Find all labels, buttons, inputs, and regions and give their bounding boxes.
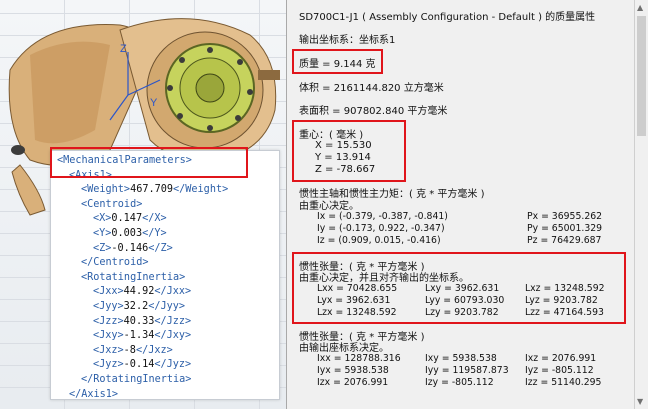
xml-line: </Centroid>: [81, 257, 149, 269]
tensor-cell: Izz = 51140.295: [525, 377, 602, 388]
y-axis-label: Y: [150, 97, 158, 109]
scrollbar-thumb[interactable]: [637, 16, 646, 136]
xml-line: <Centroid>: [81, 198, 143, 210]
dialog-scrollbar[interactable]: ▲ ▼: [634, 0, 648, 409]
principal-axis-z: Iz = (0.909, 0.015, -0.416): [317, 235, 441, 246]
tensor-cell: Ixy = 5938.538: [425, 353, 497, 364]
tensor-cell: Izx = 2076.991: [317, 377, 389, 388]
principal-axes-subheader: 由重心决定。: [299, 201, 359, 212]
principal-axis-x: Ix = (-0.379, -0.387, -0.841): [317, 211, 448, 222]
xml-line: </RotatingInertia>: [81, 374, 192, 385]
tensor-cell: Iyz = -805.112: [525, 365, 594, 376]
tensor-cell: Ixz = 2076.991: [525, 353, 597, 364]
xml-parameters-panel: <MechanicalParameters> <Axis1> <Weight>467…: [50, 150, 280, 400]
principal-moment-x: Px = 36955.262: [527, 211, 603, 222]
xml-line: <RotatingInertia>: [81, 271, 186, 283]
tensor-cell: Iyy = 119587.873: [425, 365, 509, 376]
principal-moment-z: Pz = 76429.687: [527, 235, 602, 246]
xml-line: <Z>-0.146</Z>: [93, 242, 173, 254]
principal-moment-y: Py = 65001.329: [527, 223, 603, 234]
highlight-mechanical-parameters: [50, 147, 248, 178]
xml-line: <Jxx>44.92</Jxx>: [93, 286, 192, 298]
tensor-cell: Iyx = 5938.538: [317, 365, 389, 376]
xml-line: <Jyy>32.2</Jyy>: [93, 301, 186, 312]
xml-line: <Jxz>-8</Jxz>: [93, 344, 173, 356]
cad-viewport[interactable]: Z Y <MechanicalParameters> <Axis1> <Weight…: [0, 0, 286, 409]
xml-line: <Y>0.003</Y>: [93, 228, 167, 239]
xml-line: </Axis1>: [69, 388, 119, 400]
xml-line: <Jzz>40.33</Jzz>: [93, 315, 192, 327]
output-coordinate-system: 输出坐标系：坐标系1: [299, 35, 396, 46]
xml-line: <Weight>467.709</Weight>: [81, 184, 229, 196]
inertia-tensor-output-subheader: 由输出座标系决定。: [299, 343, 389, 354]
scroll-down-icon[interactable]: ▼: [637, 397, 643, 406]
tensor-cell: Ixx = 128788.316: [317, 353, 401, 364]
principal-axis-y: Iy = (-0.173, 0.922, -0.347): [317, 223, 445, 234]
xml-line: <X>0.147</X>: [93, 213, 167, 225]
scroll-up-icon[interactable]: ▲: [637, 3, 643, 12]
dialog-title: SD700C1-J1 ( Assembly Configuration - De…: [299, 12, 596, 23]
highlight-center-of-mass: [292, 120, 406, 182]
tensor-cell: Izy = -805.112: [425, 377, 494, 388]
highlight-inertia-tensor-cog: [292, 252, 626, 324]
z-axis-label: Z: [120, 43, 127, 55]
xml-line: <Jyz>-0.14</Jyz>: [93, 359, 192, 371]
highlight-mass: [292, 49, 383, 74]
volume-value: 体积 = 2161144.820 立方毫米: [299, 83, 444, 94]
xml-line: <Jxy>-1.34</Jxy>: [93, 330, 192, 342]
surface-area-value: 表面积 = 907802.840 平方毫米: [299, 106, 448, 117]
